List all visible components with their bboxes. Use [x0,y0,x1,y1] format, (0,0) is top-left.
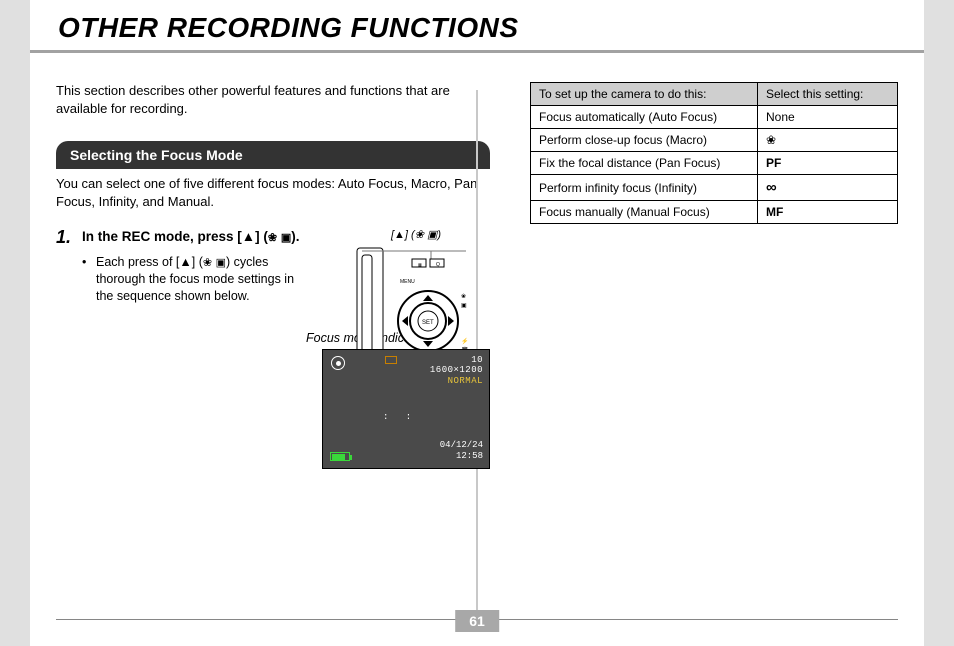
table-cell-setting: PF [758,152,898,175]
control-top-label: [▲] (❀ ▣) [356,228,476,241]
table-cell-action: Perform close-up focus (Macro) [531,129,758,152]
screen-date: 04/12/24 [440,440,483,450]
section-heading-focus-mode: Selecting the Focus Mode [56,141,490,169]
text-fragment: Each press of [ [96,255,179,269]
quality: NORMAL [430,376,483,386]
screen-stats: 10 1600×1200 NORMAL [430,355,483,386]
text-fragment: In the REC mode, press [ [82,229,242,244]
page-number: 61 [455,610,499,632]
text-fragment: ) [437,229,441,241]
screen-time: 12:58 [440,451,483,461]
step-bullet: Each press of [▲] (❀ ▣) cycles thorough … [82,254,312,305]
section-text-focus-mode: You can select one of five different foc… [56,175,490,210]
table-row: Focus manually (Manual Focus)MF [531,201,898,224]
mode-dial-icon [331,356,345,370]
table-header-action: To set up the camera to do this: [531,83,758,106]
text-fragment: ] ( [255,229,268,244]
table-row: Fix the focal distance (Pan Focus)PF [531,152,898,175]
up-arrow-icon: ▲ [242,228,255,246]
screen-datetime: 04/12/24 12:58 [440,440,483,461]
table-row: Perform infinity focus (Infinity) ∞ [531,175,898,201]
svg-text:▣: ▣ [461,303,467,309]
table-cell-setting: ❀ [758,129,898,152]
frame-icon: ▣ [427,229,437,241]
lcd-screen-simulation: 10 1600×1200 NORMAL : : 04/12/24 12:58 [322,349,490,469]
macro-icon: ❀ [415,229,424,241]
page-title: OTHER RECORDING FUNCTIONS [58,12,896,44]
table-cell-setting: None [758,106,898,129]
table-cell-setting: MF [758,201,898,224]
resolution: 1600×1200 [430,365,483,375]
step-instruction: In the REC mode, press [▲] (❀ ▣). [82,228,312,246]
table-cell-action: Perform infinity focus (Infinity) [531,175,758,201]
macro-icon: ❀ [268,232,277,244]
menu-label: MENU [400,279,415,285]
table-row: Focus automatically (Auto Focus)None [531,106,898,129]
rec-indicator-icon [385,356,397,364]
intro-text: This section describes other powerful fe… [56,82,490,117]
up-arrow-icon: ▲ [394,229,405,241]
step-1: 1. In the REC mode, press [▲] (❀ ▣). Eac… [56,228,490,305]
set-label: SET [422,320,434,326]
infinity-icon: ∞ [766,179,777,196]
battery-icon [330,452,350,461]
text-fragment: ] ( [192,255,203,269]
table-cell-action: Fix the focal distance (Pan Focus) [531,152,758,175]
shots-remaining: 10 [430,355,483,365]
table-cell-setting: ∞ [758,175,898,201]
table-header-setting: Select this setting: [758,83,898,106]
svg-text:❀: ❀ [461,293,466,300]
table-cell-action: Focus manually (Manual Focus) [531,201,758,224]
table-cell-action: Focus automatically (Auto Focus) [531,106,758,129]
frame-icon: ▣ [281,232,291,244]
table-row: Perform close-up focus (Macro) ❀ [531,129,898,152]
af-frame: : : [383,412,417,422]
step-number: 1. [56,228,74,305]
macro-icon: ❀ [203,257,212,269]
frame-icon: ▣ [216,257,226,269]
svg-text:⚡: ⚡ [461,337,468,345]
text-fragment: ] ( [405,229,415,241]
svg-text:Q: Q [436,262,440,268]
macro-icon: ❀ [766,133,776,147]
focus-mode-table: To set up the camera to do this: Select … [530,82,898,224]
up-arrow-icon: ▲ [179,254,191,271]
svg-text:▦: ▦ [418,262,422,267]
text-fragment: ). [291,229,299,244]
